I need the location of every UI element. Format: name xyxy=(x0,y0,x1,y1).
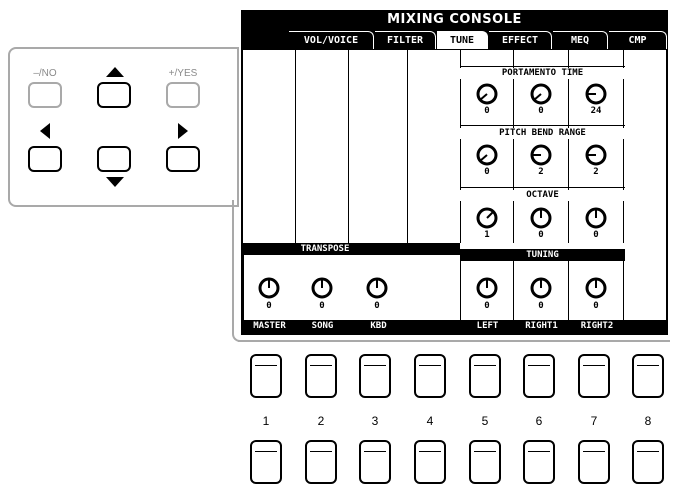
column-label-4 xyxy=(408,320,462,333)
button-number-6: 6 xyxy=(535,414,543,428)
upper-button-6[interactable] xyxy=(523,354,555,398)
down-button[interactable] xyxy=(97,146,131,172)
upper-button-2[interactable] xyxy=(305,354,337,398)
no-label: –/NO xyxy=(33,68,57,79)
no-button[interactable] xyxy=(28,82,62,108)
lower-button-4[interactable] xyxy=(414,440,446,484)
lower-button-5[interactable] xyxy=(469,440,501,484)
lcd-display: MIXING CONSOLE VOL/VOICE FILTER TUNE EFF… xyxy=(241,10,668,335)
lower-button-1[interactable] xyxy=(250,440,282,484)
button-number-4: 4 xyxy=(426,414,434,428)
kbd-value: 0 xyxy=(374,301,380,311)
column-label-right1: RIGHT1 xyxy=(514,320,570,333)
tuning-right1-knob-icon[interactable] xyxy=(529,276,553,300)
yes-button[interactable] xyxy=(166,82,200,108)
portamento-left-knob-icon[interactable] xyxy=(475,82,499,106)
left-arrow-icon xyxy=(40,123,50,139)
kbd-knob-icon[interactable] xyxy=(365,276,389,300)
upper-button-3[interactable] xyxy=(359,354,391,398)
portamento-right1-knob-icon[interactable] xyxy=(529,82,553,106)
display-panel-outline-bottom xyxy=(238,340,670,342)
column-label-song: SONG xyxy=(296,320,350,333)
octave-left-knob-icon[interactable] xyxy=(475,206,499,230)
lower-button-8[interactable] xyxy=(632,440,664,484)
octave-right2-knob-icon[interactable] xyxy=(584,206,608,230)
column-label-8 xyxy=(625,320,666,333)
tab-effect[interactable]: EFFECT xyxy=(489,31,552,49)
yes-label: +/YES xyxy=(168,68,198,79)
down-arrow-icon xyxy=(106,177,124,187)
upper-button-4[interactable] xyxy=(414,354,446,398)
pitch-left-value: 0 xyxy=(484,167,490,177)
portamento-label: PORTAMENTO TIME xyxy=(460,68,625,79)
button-number-3: 3 xyxy=(371,414,379,428)
tab-meq[interactable]: MEQ xyxy=(553,31,608,49)
octave-right2-value: 0 xyxy=(593,230,599,240)
left-button[interactable] xyxy=(28,146,62,172)
pitch-right2-knob-icon[interactable] xyxy=(584,143,608,167)
button-number-7: 7 xyxy=(590,414,598,428)
tuning-left-knob-icon[interactable] xyxy=(475,276,499,300)
tune-page: PORTAMENTO TIME PITCH BEND RANGE OCTAVE … xyxy=(243,50,666,333)
tuning-right2-value: 0 xyxy=(593,301,599,311)
octave-label: OCTAVE xyxy=(460,190,625,201)
master-value: 0 xyxy=(266,301,272,311)
upper-button-5[interactable] xyxy=(469,354,501,398)
song-knob-icon[interactable] xyxy=(310,276,334,300)
tuning-left-value: 0 xyxy=(484,301,490,311)
tuning-right2-knob-icon[interactable] xyxy=(584,276,608,300)
octave-left-value: 1 xyxy=(484,230,490,240)
lower-button-7[interactable] xyxy=(578,440,610,484)
column-label-master: MASTER xyxy=(243,320,297,333)
pitch-bend-label: PITCH BEND RANGE xyxy=(460,128,625,139)
button-number-5: 5 xyxy=(481,414,489,428)
button-number-1: 1 xyxy=(262,414,270,428)
column-label-right2: RIGHT2 xyxy=(569,320,626,333)
display-title: MIXING CONSOLE xyxy=(387,12,522,27)
master-knob-icon[interactable] xyxy=(257,276,281,300)
tab-tune[interactable]: TUNE xyxy=(437,31,488,49)
tab-cmp[interactable]: CMP xyxy=(609,31,667,49)
octave-right1-value: 0 xyxy=(538,230,544,240)
up-button[interactable] xyxy=(97,82,131,108)
tuning-label: TUNING xyxy=(460,249,625,261)
tuning-right1-value: 0 xyxy=(538,301,544,311)
tab-filter[interactable]: FILTER xyxy=(375,31,436,49)
up-arrow-icon xyxy=(106,67,124,77)
octave-right1-knob-icon[interactable] xyxy=(529,206,553,230)
portamento-left-value: 0 xyxy=(484,106,490,116)
upper-button-8[interactable] xyxy=(632,354,664,398)
transpose-label: TRANSPOSE xyxy=(243,243,407,255)
song-value: 0 xyxy=(319,301,325,311)
upper-button-7[interactable] xyxy=(578,354,610,398)
button-number-8: 8 xyxy=(644,414,652,428)
portamento-right2-value: 24 xyxy=(590,106,602,116)
upper-button-1[interactable] xyxy=(250,354,282,398)
column-label-kbd: KBD xyxy=(349,320,409,333)
right-arrow-icon xyxy=(178,123,188,139)
lower-button-6[interactable] xyxy=(523,440,555,484)
button-number-2: 2 xyxy=(317,414,325,428)
pitch-right1-value: 2 xyxy=(538,167,544,177)
pitch-right2-value: 2 xyxy=(593,167,599,177)
portamento-right1-value: 0 xyxy=(538,106,544,116)
lower-button-2[interactable] xyxy=(305,440,337,484)
pitch-right1-knob-icon[interactable] xyxy=(529,143,553,167)
portamento-right2-knob-icon[interactable] xyxy=(584,82,608,106)
pitch-left-knob-icon[interactable] xyxy=(475,143,499,167)
lower-button-3[interactable] xyxy=(359,440,391,484)
column-label-left: LEFT xyxy=(461,320,515,333)
right-button[interactable] xyxy=(166,146,200,172)
tab-vol-voice[interactable]: VOL/VOICE xyxy=(289,31,374,49)
